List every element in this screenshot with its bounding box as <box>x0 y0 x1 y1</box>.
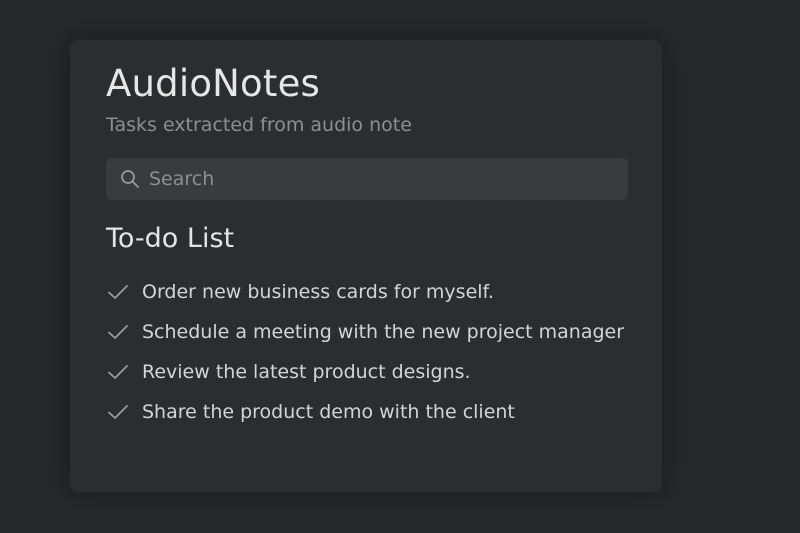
app-subtitle: Tasks extracted from audio note <box>106 114 412 136</box>
todo-item[interactable]: Review the latest product designs. <box>106 352 624 392</box>
search-icon <box>121 170 139 188</box>
todo-item-label: Schedule a meeting with the new project … <box>142 321 625 343</box>
todo-list-heading: To-do List <box>106 223 235 254</box>
search-bar[interactable] <box>106 158 628 200</box>
audionotes-card: AudioNotes Tasks extracted from audio no… <box>70 40 662 492</box>
todo-item[interactable]: Schedule a meeting with the new project … <box>106 312 624 352</box>
todo-list: Order new business cards for myself. Sch… <box>106 272 624 432</box>
checkmark-icon <box>108 405 128 419</box>
todo-item-label: Order new business cards for myself. <box>142 281 494 303</box>
checkmark-icon <box>108 325 128 339</box>
checkmark-icon <box>108 285 128 299</box>
todo-item-label: Review the latest product designs. <box>142 361 471 383</box>
todo-item-label: Share the product demo with the client <box>142 401 515 423</box>
checkmark-icon <box>108 365 128 379</box>
todo-item[interactable]: Share the product demo with the client <box>106 392 624 432</box>
todo-item[interactable]: Order new business cards for myself. <box>106 272 624 312</box>
search-input[interactable] <box>149 168 628 190</box>
app-title: AudioNotes <box>106 62 321 105</box>
